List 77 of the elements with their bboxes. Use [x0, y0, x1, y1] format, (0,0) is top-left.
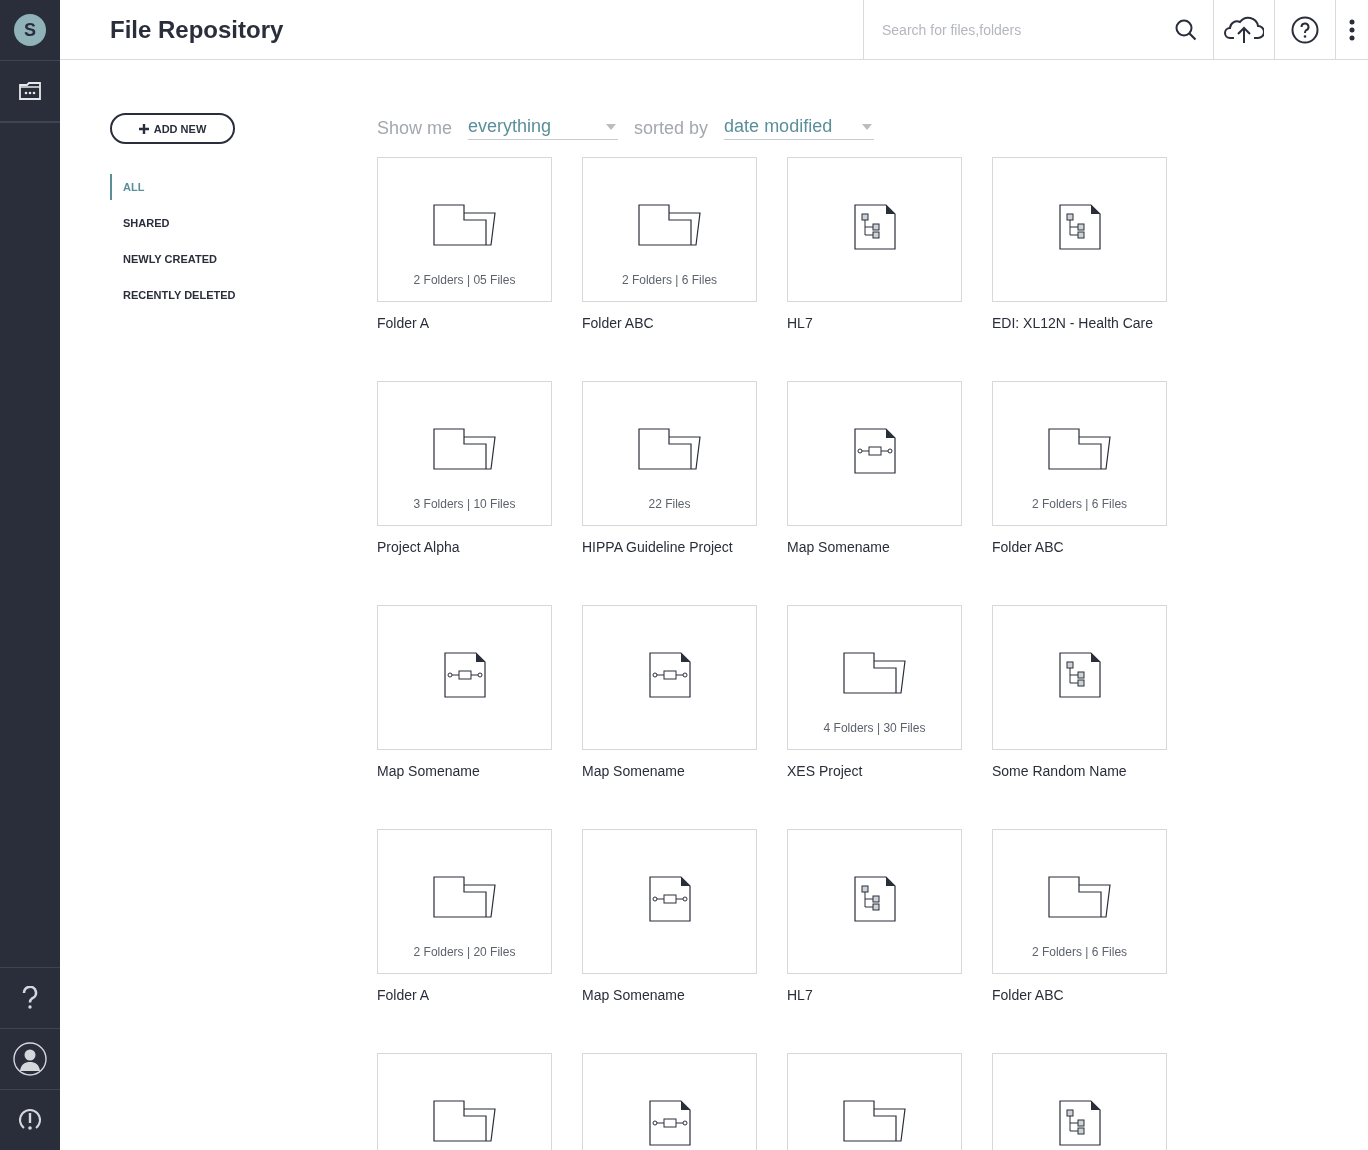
document-map-icon	[648, 1100, 691, 1146]
item-name: Folder ABC	[582, 315, 655, 331]
item-count: 4 Folders | 30 Files	[823, 721, 926, 735]
folder-icon	[637, 428, 702, 470]
item-name: EDI: XL12N - Health Care	[992, 315, 1155, 331]
item-name: Map Somename	[377, 763, 481, 779]
item-count: 22 Files	[648, 497, 691, 511]
file-card[interactable]	[992, 605, 1167, 750]
item-name: HL7	[787, 315, 814, 331]
filter-tab[interactable]: RECENTLY DELETED	[110, 282, 377, 308]
folder-icon[interactable]	[18, 81, 42, 101]
document-map-icon	[648, 876, 691, 922]
document-map-icon	[853, 428, 896, 474]
file-card[interactable]: 2 Folders | 05 Files	[377, 157, 552, 302]
folder-icon	[432, 1100, 497, 1142]
page-title: File Repository	[110, 15, 285, 44]
document-map-icon	[648, 652, 691, 698]
item-count: 3 Folders | 10 Files	[413, 497, 516, 511]
folder-icon	[432, 204, 497, 246]
help-icon[interactable]	[22, 986, 38, 1010]
file-card[interactable]: 2 Folders | 6 Files	[582, 157, 757, 302]
folder-icon	[637, 204, 702, 246]
item-name: HL7	[787, 987, 814, 1003]
item-name: XES Project	[787, 763, 864, 779]
folder-icon	[432, 428, 497, 470]
item-name: HIPPA Guideline Project	[582, 539, 734, 555]
file-card[interactable]: 2 Folders | 20 Files	[377, 829, 552, 974]
folder-icon	[432, 876, 497, 918]
item-name: Map Somename	[787, 539, 891, 555]
item-name: Folder A	[377, 987, 431, 1003]
caret-icon	[862, 123, 873, 130]
item-count: 2 Folders | 6 Files	[621, 273, 718, 287]
item-name: Map Somename	[582, 763, 686, 779]
document-hierarchy-icon	[1058, 1100, 1101, 1146]
filter-tab[interactable]: NEWLY CREATED	[110, 246, 377, 272]
help-icon	[1291, 15, 1319, 44]
file-card[interactable]	[787, 829, 962, 974]
add-new-button[interactable]: ADD NEW	[110, 113, 235, 144]
folder-icon	[1047, 876, 1112, 918]
cloud-upload-icon	[1224, 15, 1264, 44]
alert-icon[interactable]	[18, 1108, 42, 1132]
document-hierarchy-icon	[1058, 204, 1101, 250]
item-name: Folder ABC	[992, 987, 1065, 1003]
folder-icon	[842, 1100, 907, 1142]
document-hierarchy-icon	[1058, 652, 1101, 698]
item-name: Folder A	[377, 315, 431, 331]
user-profile-icon[interactable]	[13, 1042, 47, 1076]
file-card[interactable]: 3 Folders | 10 Files	[377, 381, 552, 526]
file-card[interactable]: 4 Folders | 30 Files	[787, 605, 962, 750]
show-me-label: Show me	[377, 117, 453, 139]
document-map-icon	[443, 652, 486, 698]
item-count: 2 Folders | 20 Files	[413, 945, 516, 959]
plus-icon	[138, 123, 149, 134]
item-count: 2 Folders | 05 Files	[413, 273, 516, 287]
filter-tab[interactable]: SHARED	[110, 210, 377, 236]
file-card[interactable]: 2 Folders | 6 Files	[992, 381, 1167, 526]
file-card[interactable]: 22 Files	[582, 381, 757, 526]
document-hierarchy-icon	[853, 204, 896, 250]
item-name: Project Alpha	[377, 539, 461, 555]
item-count: 2 Folders | 6 Files	[1031, 497, 1128, 511]
caret-icon	[606, 123, 617, 130]
item-name: Folder ABC	[992, 539, 1065, 555]
filter-dropdown[interactable]: everything	[468, 116, 619, 140]
document-hierarchy-icon	[853, 876, 896, 922]
folder-icon	[1047, 428, 1112, 470]
item-name: Map Somename	[582, 987, 686, 1003]
file-card[interactable]	[787, 157, 962, 302]
folder-icon	[842, 652, 907, 694]
more-vertical-icon	[1349, 18, 1355, 41]
file-card[interactable]	[992, 157, 1167, 302]
file-card[interactable]: 2 Folders | 6 Files	[992, 829, 1167, 974]
sorted-by-label: sorted by	[634, 117, 709, 139]
user-avatar[interactable]: S	[14, 14, 46, 46]
search-icon[interactable]	[1175, 18, 1197, 41]
item-count: 2 Folders | 6 Files	[1031, 945, 1128, 959]
sort-dropdown[interactable]: date modified	[724, 116, 875, 140]
item-name: Some Random Name	[992, 763, 1128, 779]
